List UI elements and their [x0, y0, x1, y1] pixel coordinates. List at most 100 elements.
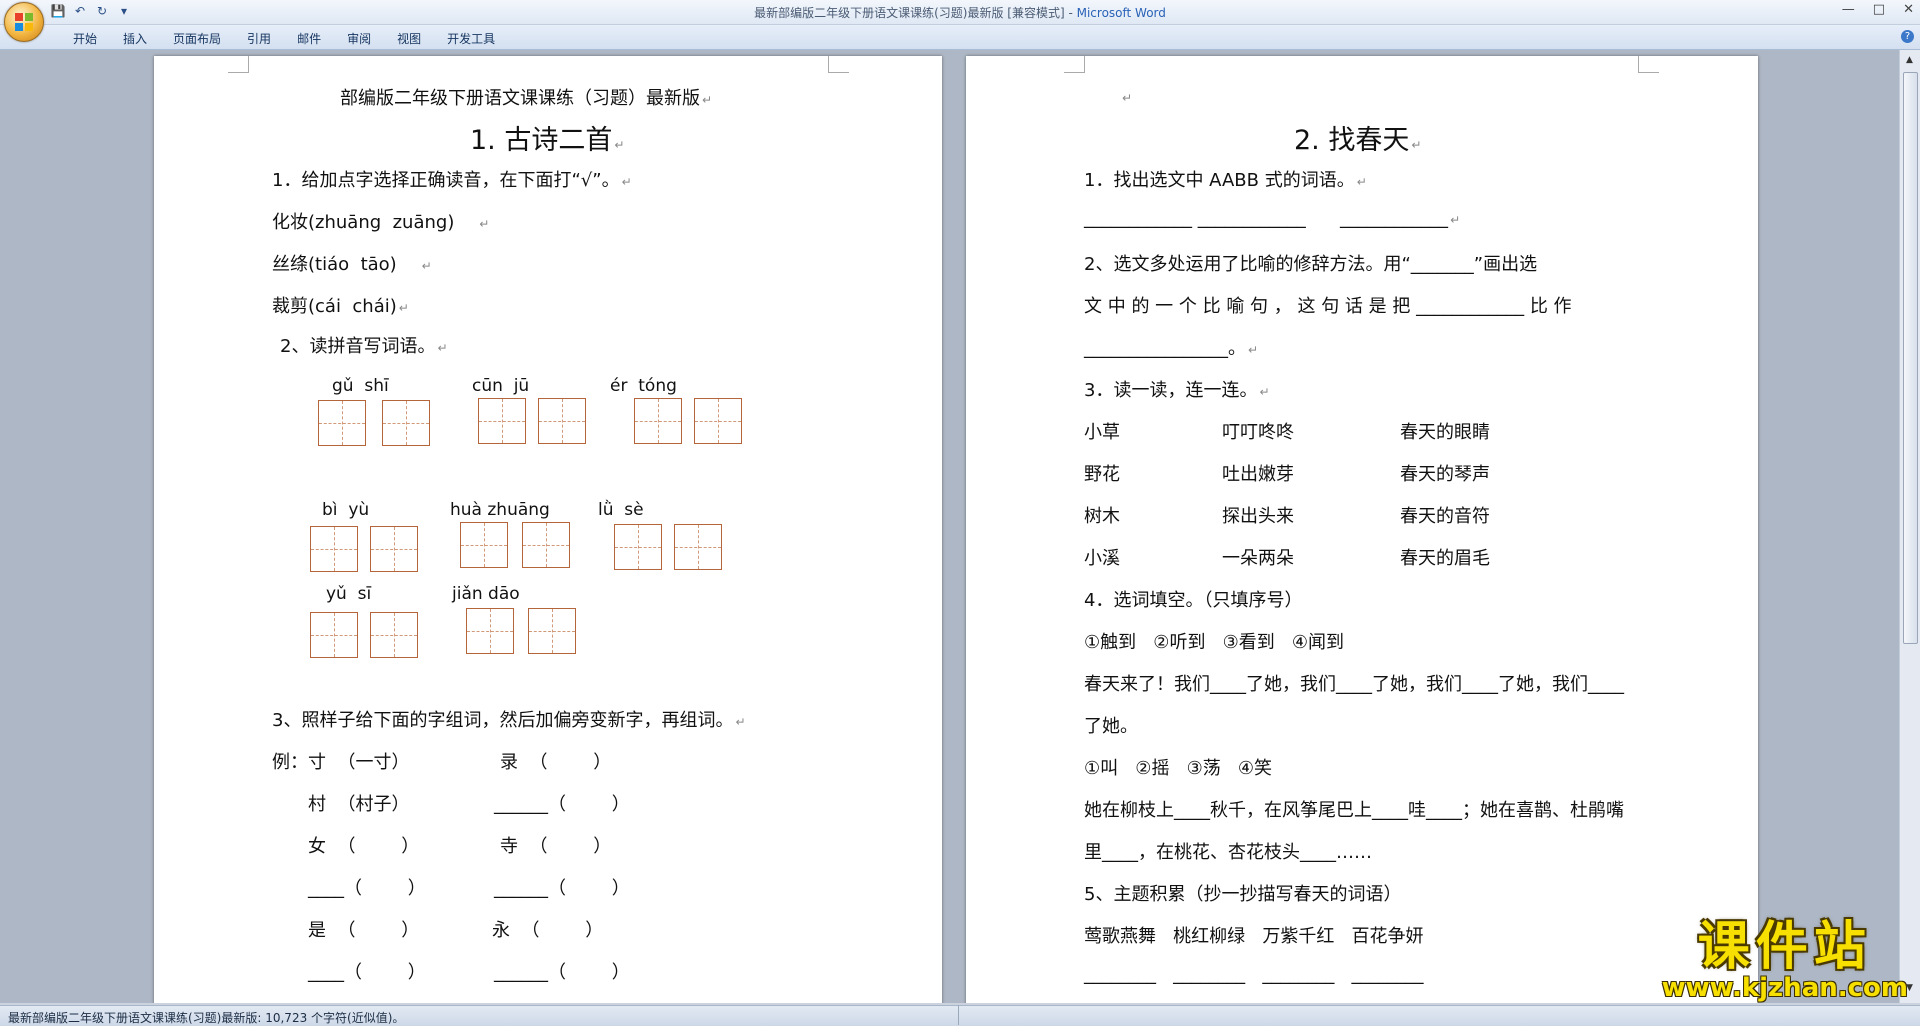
question-1: 1．给加点字选择正确读音，在下面打“√”。 ↵	[272, 170, 632, 191]
scroll-up-icon[interactable]: ▲	[1903, 54, 1916, 67]
ribbon: 开始 插入 页面布局 引用 邮件 审阅 视图 开发工具 ?	[0, 25, 1920, 50]
q4-options: ①触到 ②听到 ③看到 ④闻到	[1084, 632, 1345, 653]
tab-page-layout[interactable]: 页面布局	[160, 30, 234, 47]
writing-grid[interactable]	[634, 398, 682, 444]
status-divider	[958, 1005, 959, 1025]
question-2: 2、选文多处运用了比喻的修辞方法。用“_______”画出选	[1084, 254, 1538, 275]
writing-grid[interactable]	[460, 522, 508, 568]
q1-blanks[interactable]: ____________ ____________ ____________ ↵	[1084, 208, 1460, 229]
window-title: 最新部编版二年级下册语文课课练(习题)最新版 [兼容模式] - Microsof…	[754, 6, 1166, 20]
document-header: 部编版二年级下册语文课课练（习题）最新版 ↵	[340, 88, 713, 109]
writing-grid[interactable]	[310, 612, 358, 658]
q4-passage: 里____，在桃花、杏花枝头____……	[1084, 842, 1372, 863]
q4-passage: 了她。	[1084, 716, 1138, 737]
writing-grid[interactable]	[466, 608, 514, 654]
pinyin-label: jiǎn dāo	[452, 584, 520, 604]
question-3: 3、照样子给下面的字组词，然后加偏旁变新字，再组词。 ↵	[272, 710, 746, 731]
pinyin-label: cūn jū	[472, 376, 530, 396]
writing-grid[interactable]	[538, 398, 586, 444]
help-icon[interactable]: ?	[1901, 30, 1914, 43]
watermark-name: 课件站	[1697, 917, 1872, 977]
writing-grid[interactable]	[694, 398, 742, 444]
q3-cell: 录 （ ）	[500, 752, 612, 773]
q3-cell: ______（ ）	[494, 794, 630, 815]
minimize-button[interactable]: —	[1842, 2, 1855, 17]
vertical-scrollbar[interactable]: ▲ ▼	[1899, 50, 1920, 1003]
maximize-button[interactable]: □	[1873, 2, 1885, 17]
q1-item: 丝绦(tiáo tāo) ↵	[272, 254, 432, 275]
pinyin-label: huà zhuāng	[450, 500, 550, 520]
crop-mark	[228, 56, 249, 73]
question-4: 4．选词填空。（只填序号）	[1084, 590, 1303, 611]
pinyin-label: lǜ sè	[598, 500, 644, 520]
ribbon-tabs: 开始 插入 页面布局 引用 邮件 审阅 视图 开发工具	[60, 30, 508, 47]
question-1: 1．找出选文中 AABB 式的词语。 ↵	[1084, 170, 1367, 191]
writing-grid[interactable]	[522, 522, 570, 568]
match-right: 春天的眼睛	[1400, 422, 1490, 443]
question-2-line: ________________。 ↵	[1084, 338, 1259, 359]
document-title: 最新部编版二年级下册语文课课练(习题)最新版 [兼容模式]	[754, 6, 1065, 20]
writing-grid[interactable]	[370, 612, 418, 658]
q4-passage: 春天来了！我们____了她，我们____了她，我们____了她，我们____	[1084, 674, 1624, 695]
tab-references[interactable]: 引用	[234, 30, 284, 47]
tab-developer[interactable]: 开发工具	[434, 30, 508, 47]
tab-home[interactable]: 开始	[60, 30, 110, 47]
office-logo-icon	[15, 13, 33, 31]
match-right: 春天的音符	[1400, 506, 1490, 527]
match-right: 春天的眉毛	[1400, 548, 1490, 569]
status-text: 最新部编版二年级下册语文课课练(习题)最新版: 10,723 个字符(近似值)。	[8, 1011, 405, 1025]
match-middle: 探出头来	[1222, 506, 1294, 527]
q3-cell: ______（ ）	[494, 878, 630, 899]
q3-cell: ____（ ）	[308, 878, 426, 899]
q5-words: 莺歌燕舞 桃红柳绿 万紫千红 百花争妍	[1084, 926, 1424, 947]
question-3: 3．读一读，连一连。 ↵	[1084, 380, 1270, 401]
question-5: 5、主题积累（抄一抄描写春天的词语）	[1084, 884, 1402, 905]
match-right: 春天的琴声	[1400, 464, 1490, 485]
match-middle: 叮叮咚咚	[1222, 422, 1294, 443]
writing-grid[interactable]	[318, 400, 366, 446]
tab-mailings[interactable]: 邮件	[284, 30, 334, 47]
pinyin-label: yǔ sī	[326, 584, 372, 604]
writing-grid[interactable]	[528, 608, 576, 654]
title-bar: 💾 ↶ ↻ ▾ 最新部编版二年级下册语文课课练(习题)最新版 [兼容模式] - …	[0, 0, 1920, 25]
site-watermark: 课件站 www.kjzhan.com	[1662, 904, 1908, 1003]
match-left: 树木	[1084, 506, 1120, 527]
writing-grid[interactable]	[382, 400, 430, 446]
crop-mark	[828, 56, 849, 73]
watermark-url: www.kjzhan.com	[1661, 973, 1908, 1003]
document-workspace: 部编版二年级下册语文课课练（习题）最新版 ↵ 1. 古诗二首 ↵ 1．给加点字选择正…	[0, 50, 1900, 1003]
match-left: 小草	[1084, 422, 1120, 443]
crop-mark	[1638, 56, 1659, 73]
q3-cell: 永 （ ）	[492, 920, 604, 941]
writing-grid[interactable]	[310, 526, 358, 572]
q5-blanks[interactable]: ________ ________ ________ ________	[1084, 964, 1424, 985]
q4-options: ①叫 ②摇 ③荡 ④笑	[1084, 758, 1273, 779]
q3-cell: 例：寸 （一寸）	[272, 752, 410, 773]
writing-grid[interactable]	[370, 526, 418, 572]
close-button[interactable]: ✕	[1903, 2, 1914, 17]
window-controls: — □ ✕	[1842, 2, 1914, 17]
q3-cell: ______（ ）	[494, 962, 630, 983]
tab-insert[interactable]: 插入	[110, 30, 160, 47]
app-name: Microsoft Word	[1076, 6, 1166, 20]
match-left: 小溪	[1084, 548, 1120, 569]
q1-item: 化妆(zhuāng zuāng) ↵	[272, 212, 490, 233]
q3-cell: ____（ ）	[308, 962, 426, 983]
pinyin-label: bì yù	[322, 500, 370, 520]
q1-item: 裁剪(cái chái) ↵	[272, 296, 409, 317]
question-2-line: 文 中 的 一 个 比 喻 句 ， 这 句 话 是 把 ____________…	[1084, 296, 1572, 317]
tab-view[interactable]: 视图	[384, 30, 434, 47]
writing-grid[interactable]	[674, 524, 722, 570]
q3-cell: 寺 （ ）	[500, 836, 612, 857]
match-left: 野花	[1084, 464, 1120, 485]
office-button[interactable]	[4, 2, 44, 42]
scroll-thumb[interactable]	[1903, 72, 1918, 644]
writing-grid[interactable]	[478, 398, 526, 444]
tab-review[interactable]: 审阅	[334, 30, 384, 47]
lesson-title: 1. 古诗二首 ↵	[470, 125, 625, 156]
q3-cell: 女 （ ）	[308, 836, 420, 857]
page-left: 部编版二年级下册语文课课练（习题）最新版 ↵ 1. 古诗二首 ↵ 1．给加点字选择正…	[154, 56, 942, 1003]
lesson-title: 2. 找春天 ↵	[1294, 125, 1422, 156]
writing-grid[interactable]	[614, 524, 662, 570]
question-2: 2、读拼音写词语。 ↵	[280, 336, 448, 357]
